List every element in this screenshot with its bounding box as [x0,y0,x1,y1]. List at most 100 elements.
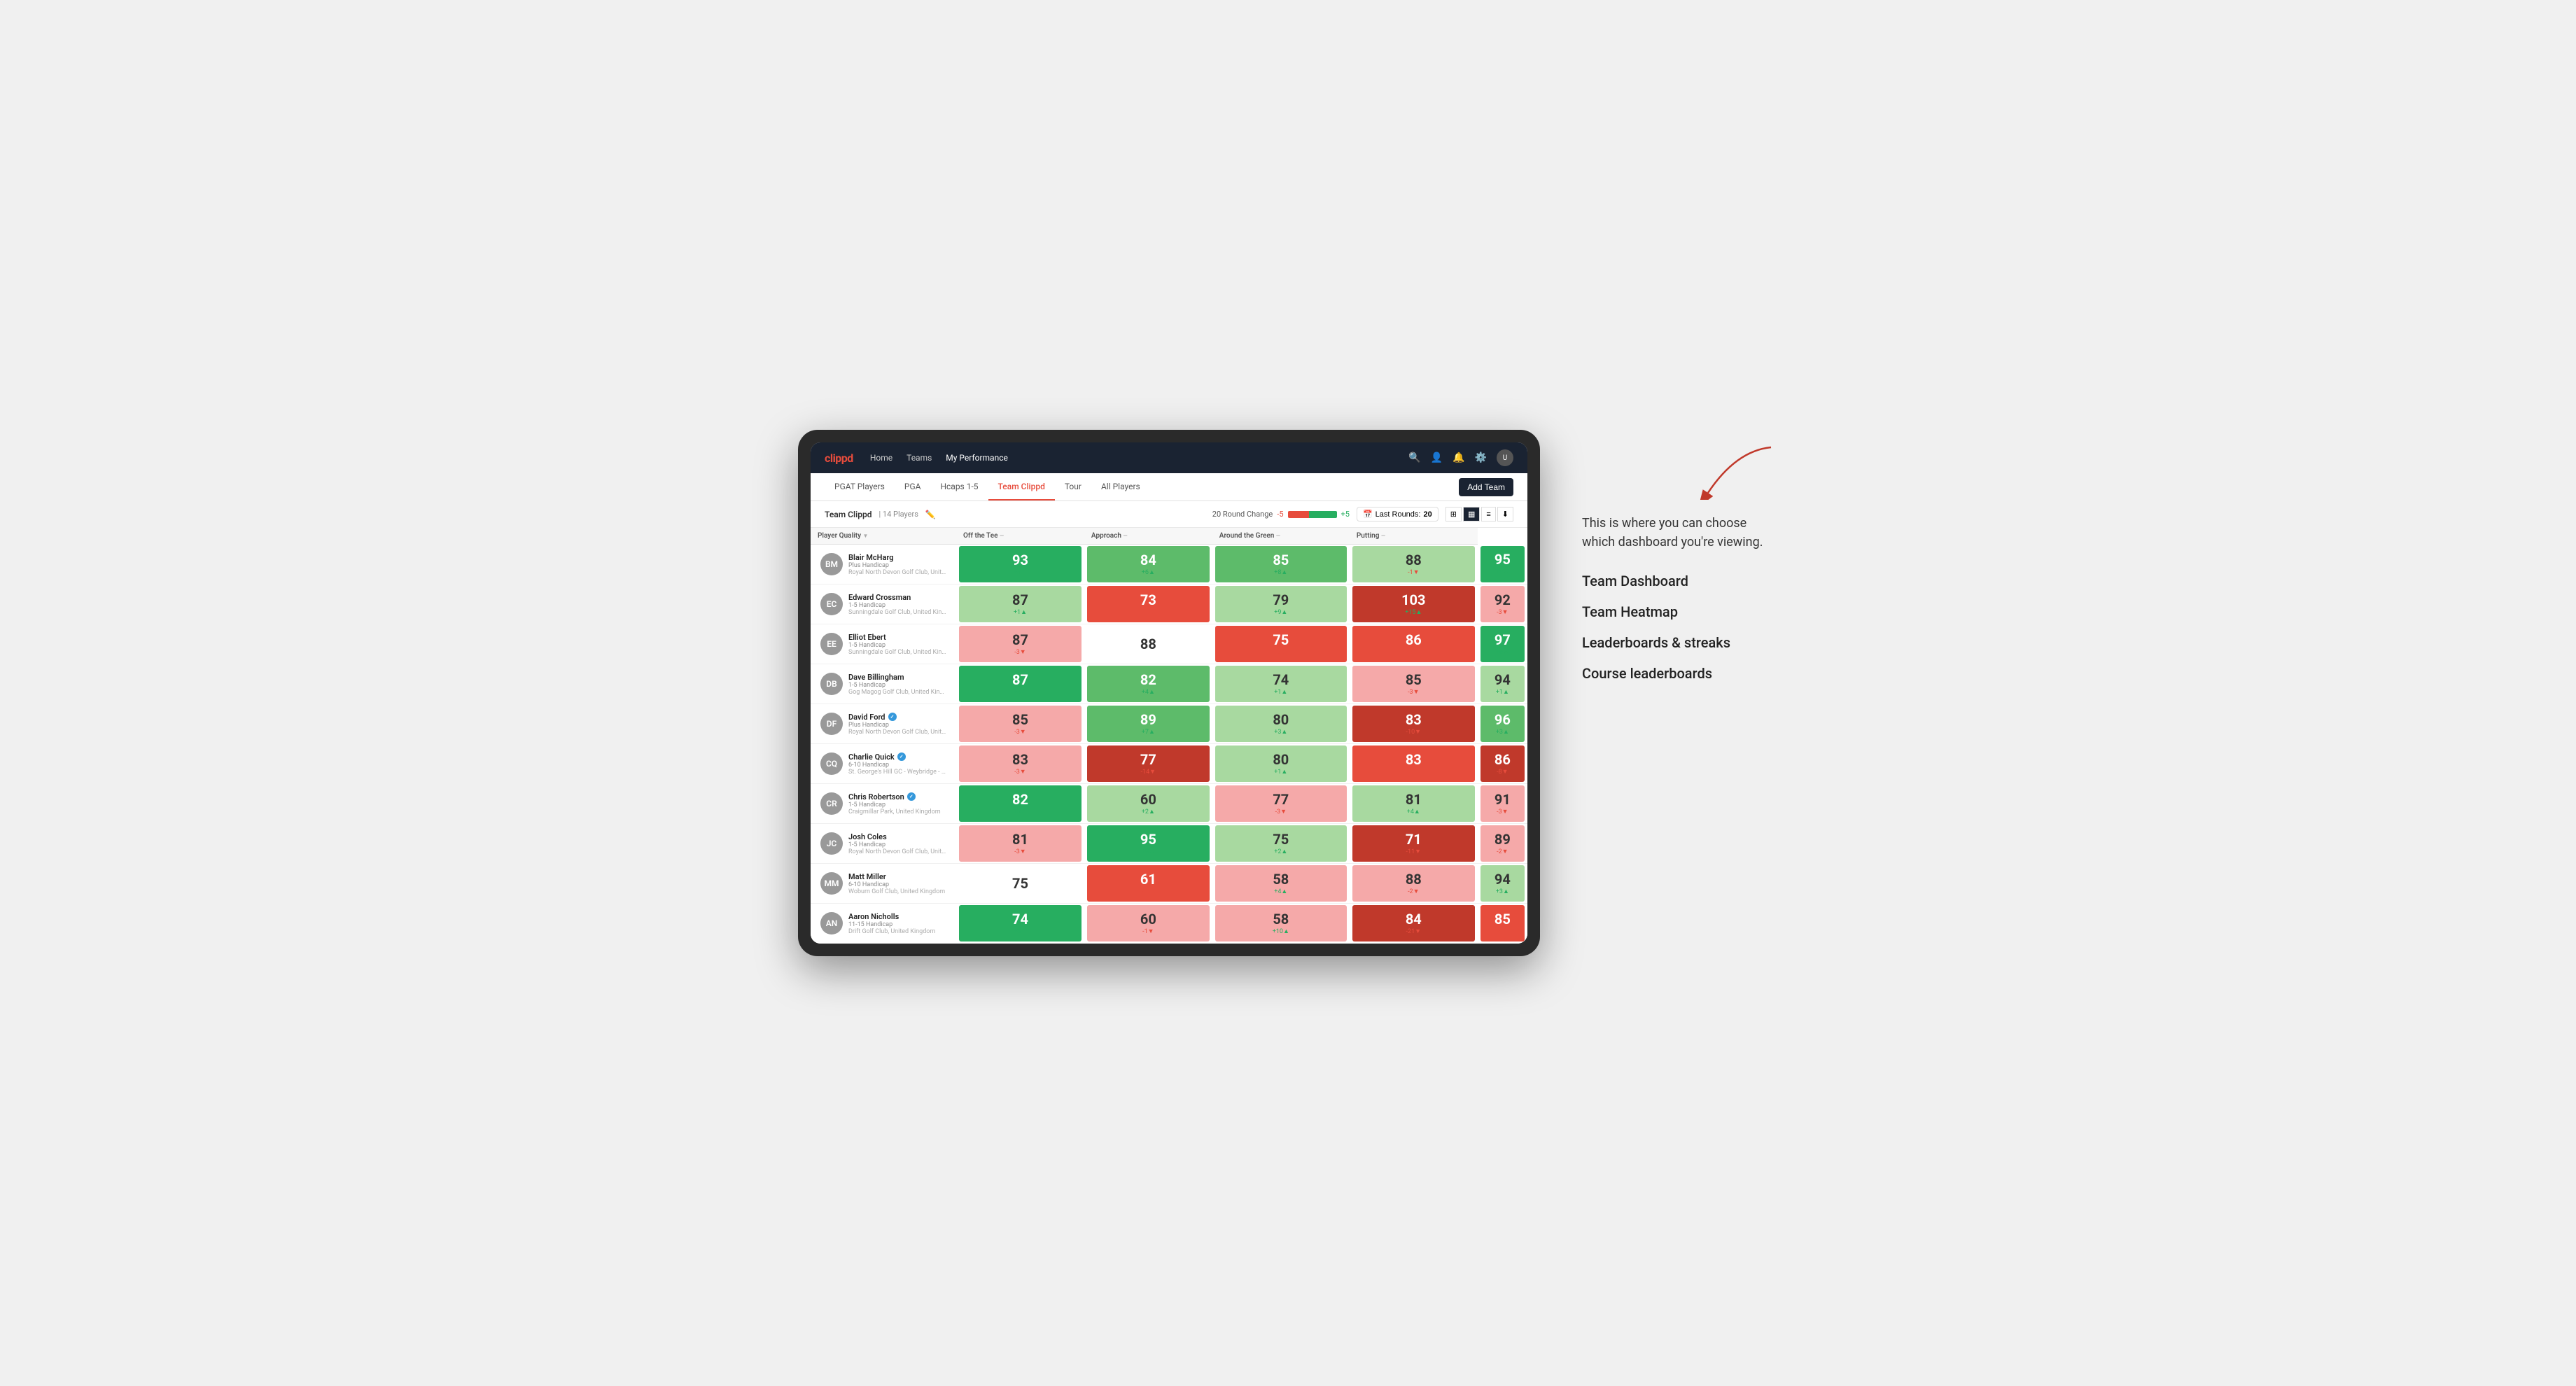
table-row[interactable]: CR Chris Robertson ✓ 1-5 Handicap Craigm… [811,784,1527,824]
table-header-row: Player Quality ▼ Off the Tee — Approach … [811,528,1527,545]
list-view-button[interactable]: ≡ [1481,507,1495,522]
bell-icon[interactable]: 🔔 [1452,452,1464,463]
metric-box: 95 +8▲ [1087,825,1210,862]
metric-quality-7: 81 -3▼ [956,824,1084,864]
metric-value: 94 [1494,673,1511,687]
table-row[interactable]: BM Blair McHarg Plus Handicap Royal Nort… [811,545,1527,584]
metric-value: 74 [1012,912,1028,926]
player-avatar: MM [820,872,843,895]
table-container: Player Quality ▼ Off the Tee — Approach … [811,528,1527,944]
annotation-team-dashboard: Team Dashboard [1582,573,1778,589]
metric-putting-7: 89 -2▼ [1478,824,1527,864]
table-row[interactable]: MM Matt Miller 6-10 Handicap Woburn Golf… [811,864,1527,904]
player-cell-0[interactable]: BM Blair McHarg Plus Handicap Royal Nort… [811,545,956,584]
player-cell-8[interactable]: MM Matt Miller 6-10 Handicap Woburn Golf… [811,864,956,904]
metric-tee-9: 60 -1▼ [1084,904,1212,944]
metric-box: 94 +1▲ [1480,666,1525,702]
th-putting[interactable]: Putting — [1350,528,1478,545]
metric-box: 88 [1087,626,1210,662]
metric-value: 58 [1273,912,1289,926]
top-nav: clippd Home Teams My Performance 🔍 👤 🔔 ⚙… [811,442,1527,473]
sub-nav: PGAT Players PGA Hcaps 1-5 Team Clippd T… [811,473,1527,501]
table-body: BM Blair McHarg Plus Handicap Royal Nort… [811,545,1527,944]
metric-around-1: 103 +15▲ [1350,584,1478,624]
metric-value: 74 [1273,673,1289,687]
metric-value: 84 [1406,912,1422,926]
sub-nav-pgat[interactable]: PGAT Players [825,473,895,500]
sub-nav-all-players[interactable]: All Players [1091,473,1150,500]
table-row[interactable]: DF David Ford ✓ Plus Handicap Royal Nort… [811,704,1527,744]
nav-teams[interactable]: Teams [906,450,932,465]
metric-box: 71 -11▼ [1352,825,1475,862]
sub-nav-pga[interactable]: PGA [895,473,931,500]
search-icon[interactable]: 🔍 [1408,452,1420,463]
metric-box: 58 +10▲ [1215,905,1347,941]
sub-nav-team-clippd[interactable]: Team Clippd [988,473,1055,500]
player-count: | 14 Players [878,510,918,519]
annotation-panel: This is where you can choose which dashb… [1582,430,1778,682]
grid-view-button[interactable]: ⊞ [1446,507,1462,522]
metric-value: 83 [1406,713,1422,727]
metric-box: 58 +4▲ [1215,865,1347,902]
metric-value: 77 [1273,792,1289,806]
th-off-tee[interactable]: Off the Tee — [956,528,1084,545]
player-cell-7[interactable]: JC Josh Coles 1-5 Handicap Royal North D… [811,824,956,864]
metric-value: 89 [1494,832,1511,846]
metric-approach-4: 80 +3▲ [1212,704,1350,744]
settings-icon[interactable]: ⚙️ [1475,452,1487,463]
metric-value: 71 [1406,832,1422,846]
table-row[interactable]: CQ Charlie Quick ✓ 6-10 Handicap St. Geo… [811,744,1527,784]
metric-quality-5: 83 -3▼ [956,744,1084,784]
player-club: Sunningdale Golf Club, United Kingdom [848,649,946,656]
th-approach[interactable]: Approach — [1084,528,1212,545]
metric-value: 88 [1140,637,1156,651]
metric-box: 87 +1▲ [959,586,1082,622]
user-icon[interactable]: 👤 [1431,452,1443,463]
player-club: Royal North Devon Golf Club, United King… [848,729,946,736]
table-row[interactable]: DB Dave Billingham 1-5 Handicap Gog Mago… [811,664,1527,704]
last-rounds-button[interactable]: 📅 Last Rounds: 20 [1357,507,1438,522]
table-row[interactable]: EC Edward Crossman 1-5 Handicap Sunningd… [811,584,1527,624]
verified-badge: ✓ [897,752,906,761]
player-cell-1[interactable]: EC Edward Crossman 1-5 Handicap Sunningd… [811,584,956,624]
nav-my-performance[interactable]: My Performance [946,450,1008,465]
add-team-button[interactable]: Add Team [1459,478,1513,496]
sub-nav-tour[interactable]: Tour [1055,473,1091,500]
metric-approach-5: 80 +1▲ [1212,744,1350,784]
player-cell-2[interactable]: EE Elliot Ebert 1-5 Handicap Sunningdale… [811,624,956,664]
team-title: Team Clippd [825,510,872,519]
player-cell-4[interactable]: DF David Ford ✓ Plus Handicap Royal Nort… [811,704,956,744]
round-change-section: 20 Round Change -5 +5 [1212,510,1350,519]
metric-value: 95 [1494,552,1511,566]
table-view-button[interactable]: ▦ [1463,507,1480,522]
metric-value: 87 [1012,593,1028,607]
nav-home[interactable]: Home [870,450,892,465]
player-avatar: DB [820,673,843,695]
view-icons: ⊞ ▦ ≡ ⬇ [1446,507,1513,522]
metric-box: 87 +4▲ [959,666,1082,702]
table-row[interactable]: AN Aaron Nicholls 11-15 Handicap Drift G… [811,904,1527,944]
sub-nav-hcaps[interactable]: Hcaps 1-5 [930,473,988,500]
metric-value: 83 [1012,752,1028,766]
metric-box: 82 +3▲ [959,785,1082,822]
metric-value: 81 [1406,792,1422,806]
player-name: Elliot Ebert [848,633,946,642]
player-cell-9[interactable]: AN Aaron Nicholls 11-15 Handicap Drift G… [811,904,956,944]
team-header-bar: Team Clippd | 14 Players ✏️ 20 Round Cha… [811,501,1527,528]
player-cell-5[interactable]: CQ Charlie Quick ✓ 6-10 Handicap St. Geo… [811,744,956,784]
player-cell-6[interactable]: CR Chris Robertson ✓ 1-5 Handicap Craigm… [811,784,956,824]
player-handicap: 1-5 Handicap [848,841,946,848]
th-player-quality[interactable]: Player Quality ▼ [811,528,956,545]
player-avatar: EC [820,593,843,615]
table-row[interactable]: EE Elliot Ebert 1-5 Handicap Sunningdale… [811,624,1527,664]
th-around-green[interactable]: Around the Green — [1212,528,1350,545]
user-avatar[interactable]: U [1497,449,1513,466]
edit-icon[interactable]: ✏️ [925,510,936,519]
metric-box: 89 +7▲ [1087,706,1210,742]
player-cell-3[interactable]: DB Dave Billingham 1-5 Handicap Gog Mago… [811,664,956,704]
metric-value: 89 [1140,713,1156,727]
table-row[interactable]: JC Josh Coles 1-5 Handicap Royal North D… [811,824,1527,864]
more-view-button[interactable]: ⬇ [1497,507,1513,522]
player-club: Craigmillar Park, United Kingdom [848,808,946,816]
player-club: Royal North Devon Golf Club, United King… [848,848,946,855]
